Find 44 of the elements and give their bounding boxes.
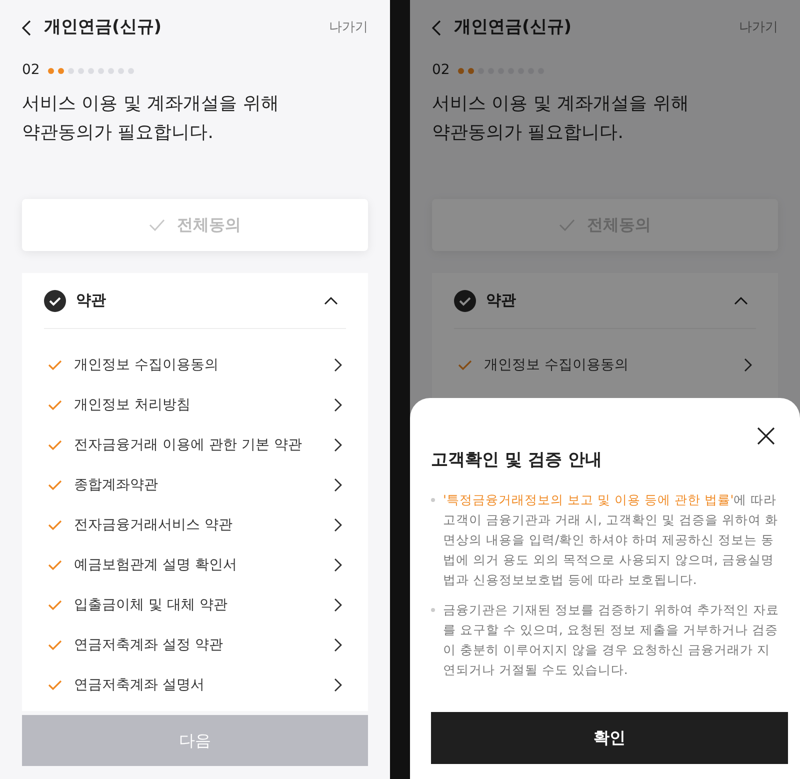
heading-text: 약관동의가 필요합니다. (22, 121, 214, 145)
sheet-title: 고객확인 및 검증 안내 (431, 449, 603, 472)
screen-title: 개인연금(신규) (454, 16, 572, 40)
chevron-right-icon (334, 638, 342, 652)
back-icon (22, 20, 32, 36)
chevron-right-icon (334, 398, 342, 412)
chevron-right-icon (744, 358, 752, 372)
heading-text: 서비스 이용 및 계좌개설을 위해 (432, 92, 690, 116)
chevron-right-icon (334, 518, 342, 532)
terms-item[interactable]: 예금보험관계 설명 확인서 (44, 545, 346, 585)
terms-item[interactable]: 종합계좌약관 (44, 465, 346, 505)
step-number: 02 (22, 61, 40, 80)
screen-title: 개인연금(신규) (44, 16, 162, 40)
back-button[interactable] (22, 20, 32, 36)
terms-item[interactable]: 전자금융거래 이용에 관한 기본 약관 (44, 425, 346, 465)
terms-item[interactable]: 입출금이체 및 대체 약관 (44, 585, 346, 625)
step-number: 02 (432, 61, 450, 80)
confirm-button[interactable]: 확인 (431, 712, 788, 764)
check-circle-icon[interactable] (44, 290, 66, 312)
terms-item[interactable]: 연금저축계좌 설명서 (44, 665, 346, 705)
notice-text: '특정금융거래정보의 보고 및 이용 등에 관한 법률'에 따라 고객이 금융기관과 거래 시, 고객확인 및 검증을 위하여 화면상의 내용을 입력/확인 하셔야 하며 제공하신 정보는 동법에 의거 용도 외의 목적으로 사용되지 않으며, 금융실명법과 신용정보보호법 등에 따라 보호됩니다. (443, 490, 779, 588)
section-title: 약관 (486, 290, 516, 312)
terms-item[interactable]: 개인정보 수집이용동의 (44, 345, 346, 385)
section-title: 약관 (76, 290, 106, 312)
terms-item[interactable]: 개인정보 수집이용동의 (454, 345, 756, 385)
exit-button[interactable]: 나가기 (329, 18, 368, 38)
terms-item[interactable]: 개인정보 처리방침 (44, 385, 346, 425)
bullet-dot (431, 608, 435, 612)
notice-text: 금융기관은 기재된 정보를 검증하기 위하여 추가적인 자료를 요구할 수 있으며, 요청된 정보 제출을 거부하거나 검증이 충분히 이루어지지 않을 경우 요청하신 금융거래가 지연되거나 거절될 수도 있습니다. (443, 600, 779, 678)
terms-item[interactable]: 전자금융거래서비스 약관 (44, 505, 346, 545)
chevron-right-icon (334, 438, 342, 452)
chevron-right-icon (334, 678, 342, 692)
close-icon (757, 426, 775, 445)
collapse-button[interactable] (324, 296, 338, 306)
chevron-right-icon (334, 478, 342, 492)
heading-text: 서비스 이용 및 계좌개설을 위해 (22, 92, 280, 116)
heading-text: 약관동의가 필요합니다. (432, 121, 624, 145)
check-circle-icon[interactable] (454, 290, 476, 312)
chevron-right-icon (334, 558, 342, 572)
terms-item[interactable]: 연금저축계좌 설정 약관 (44, 625, 346, 665)
back-icon (432, 20, 442, 36)
bullet-dot (431, 498, 435, 502)
chevron-right-icon (334, 598, 342, 612)
chevron-right-icon (334, 358, 342, 372)
